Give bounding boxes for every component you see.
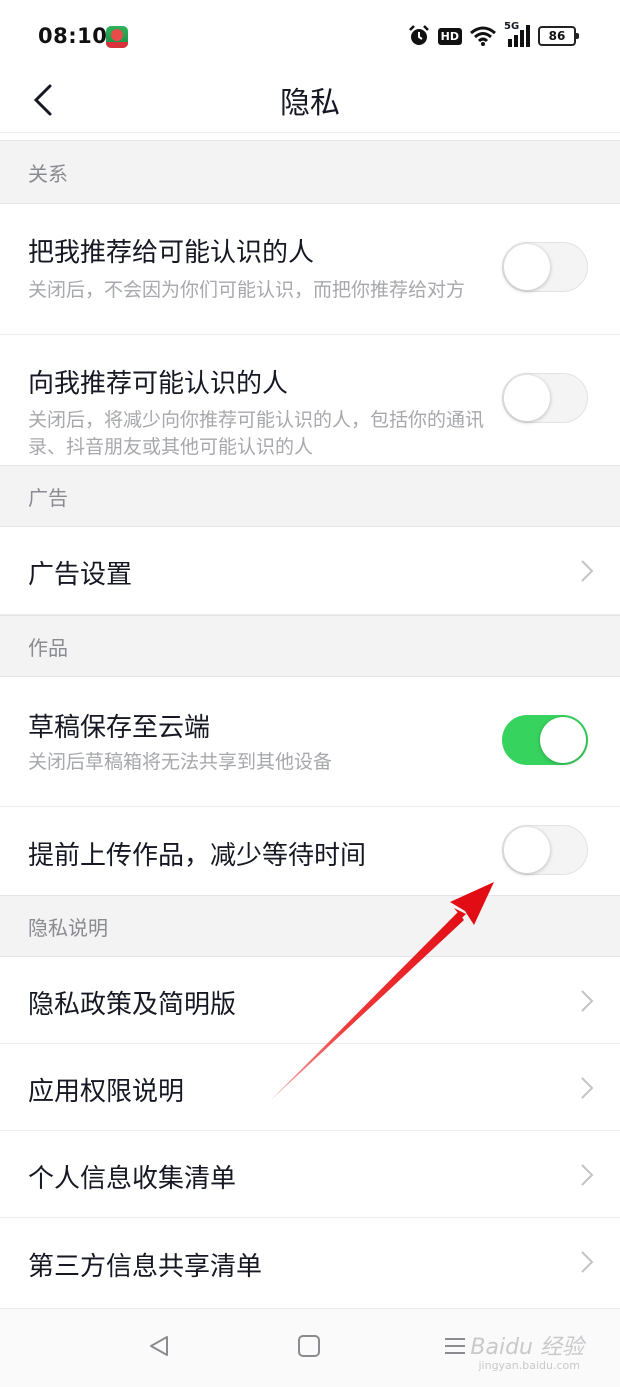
recommend-to-me-desc: 关闭后，将减少向你推荐可能认识的人，包括你的通讯录、抖音朋友或其他可能认识的人: [28, 409, 485, 458]
draft-cloud-desc: 关闭后草稿箱将无法共享到其他设备: [28, 751, 333, 773]
cellular-signal-icon: 5G: [504, 21, 530, 47]
recommend-me-toggle[interactable]: [502, 242, 588, 292]
section-header-relations: 关系: [0, 140, 620, 204]
chevron-right-icon: [581, 1251, 594, 1273]
third-party-sharing-title: 第三方信息共享清单: [28, 1252, 263, 1282]
baidu-watermark: Baidu 经验: [470, 1335, 584, 1360]
pre-upload-row: 提前上传作品，减少等待时间: [0, 807, 620, 895]
settings-list: 关系 把我推荐给可能认识的人 关闭后，不会因为你们可能认识，而把你推荐给对方 向…: [0, 140, 620, 1306]
recommend-me-desc: 关闭后，不会因为你们可能认识，而把你推荐给对方: [28, 279, 466, 301]
nav-back-icon[interactable]: [145, 1331, 175, 1361]
status-icons: HD 5G 86: [408, 21, 579, 50]
draft-cloud-row: 草稿保存至云端 关闭后草稿箱将无法共享到其他设备: [0, 677, 620, 807]
system-nav-bar: Baidu 经验 jingyan.baidu.com: [0, 1308, 620, 1387]
wifi-icon: [470, 26, 496, 46]
ad-settings-title: 广告设置: [28, 560, 133, 590]
section-header-ads: 广告: [0, 465, 620, 527]
draft-cloud-toggle[interactable]: [502, 715, 588, 765]
hd-badge: HD: [437, 27, 462, 45]
privacy-policy-title: 隐私政策及简明版: [28, 990, 237, 1020]
alarm-icon: [408, 25, 429, 45]
nav-menu-icon[interactable]: [440, 1331, 470, 1361]
section-header-privacy-info: 隐私说明: [0, 895, 620, 957]
pre-upload-toggle[interactable]: [502, 825, 588, 875]
recommend-to-me-row: 向我推荐可能认识的人 关闭后，将减少向你推荐可能认识的人，包括你的通讯录、抖音朋…: [0, 335, 620, 465]
chevron-right-icon: [581, 1164, 594, 1186]
nav-bar: 隐私: [0, 70, 620, 133]
baidu-watermark-url: jingyan.baidu.com: [478, 1359, 580, 1372]
personal-info-list-row[interactable]: 个人信息收集清单: [0, 1131, 620, 1218]
app-permissions-title: 应用权限说明: [28, 1077, 185, 1107]
battery-indicator: 86: [538, 26, 579, 46]
pre-upload-title: 提前上传作品，减少等待时间: [28, 841, 367, 871]
recommend-to-me-toggle[interactable]: [502, 373, 588, 423]
third-party-sharing-row[interactable]: 第三方信息共享清单: [0, 1218, 620, 1306]
ad-settings-row[interactable]: 广告设置: [0, 527, 620, 615]
nav-home-icon[interactable]: [294, 1331, 324, 1361]
app-permissions-row[interactable]: 应用权限说明: [0, 1044, 620, 1131]
recommend-me-title: 把我推荐给可能认识的人: [28, 238, 315, 268]
recommend-to-me-title: 向我推荐可能认识的人: [28, 369, 289, 399]
app-notification-icon: [106, 26, 128, 48]
page-title: 隐私: [280, 86, 340, 121]
status-bar: 08:10 HD 5G 86: [0, 0, 620, 70]
toggle-knob: [504, 827, 550, 873]
status-time: 08:10: [38, 24, 108, 48]
privacy-policy-row[interactable]: 隐私政策及简明版: [0, 957, 620, 1044]
draft-cloud-title: 草稿保存至云端: [28, 713, 211, 743]
chevron-right-icon: [581, 560, 594, 582]
chevron-right-icon: [581, 1077, 594, 1099]
toggle-knob: [504, 244, 550, 290]
chevron-right-icon: [581, 990, 594, 1012]
toggle-knob: [540, 717, 586, 763]
section-header-works: 作品: [0, 615, 620, 677]
toggle-knob: [504, 375, 550, 421]
personal-info-list-title: 个人信息收集清单: [28, 1164, 237, 1194]
recommend-me-row: 把我推荐给可能认识的人 关闭后，不会因为你们可能认识，而把你推荐给对方: [0, 204, 620, 335]
